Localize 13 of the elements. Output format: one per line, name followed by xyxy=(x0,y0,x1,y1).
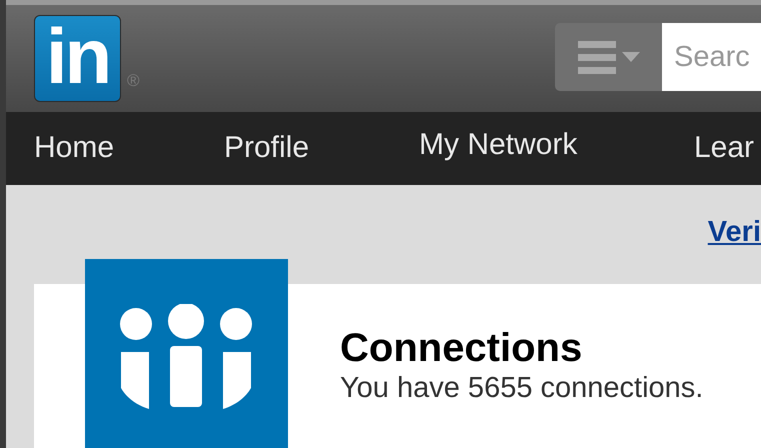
nav-link[interactable]: Profile xyxy=(224,130,310,164)
menu-icon xyxy=(578,40,616,74)
logo[interactable]: in xyxy=(34,15,121,102)
caret-icon xyxy=(622,52,640,62)
registered-mark: ® xyxy=(127,72,140,89)
card-subtitle: You have 5655 connections. xyxy=(340,371,704,406)
nav-link[interactable]: My Network xyxy=(419,128,578,160)
nav-link[interactable]: Lear xyxy=(694,130,754,164)
verify-link[interactable]: Veri xyxy=(708,218,761,247)
nav-link[interactable]: Home xyxy=(34,130,114,164)
card-title: Connections xyxy=(340,326,584,370)
search-category-button[interactable] xyxy=(555,23,662,91)
search-field[interactable]: Searc xyxy=(662,23,761,91)
